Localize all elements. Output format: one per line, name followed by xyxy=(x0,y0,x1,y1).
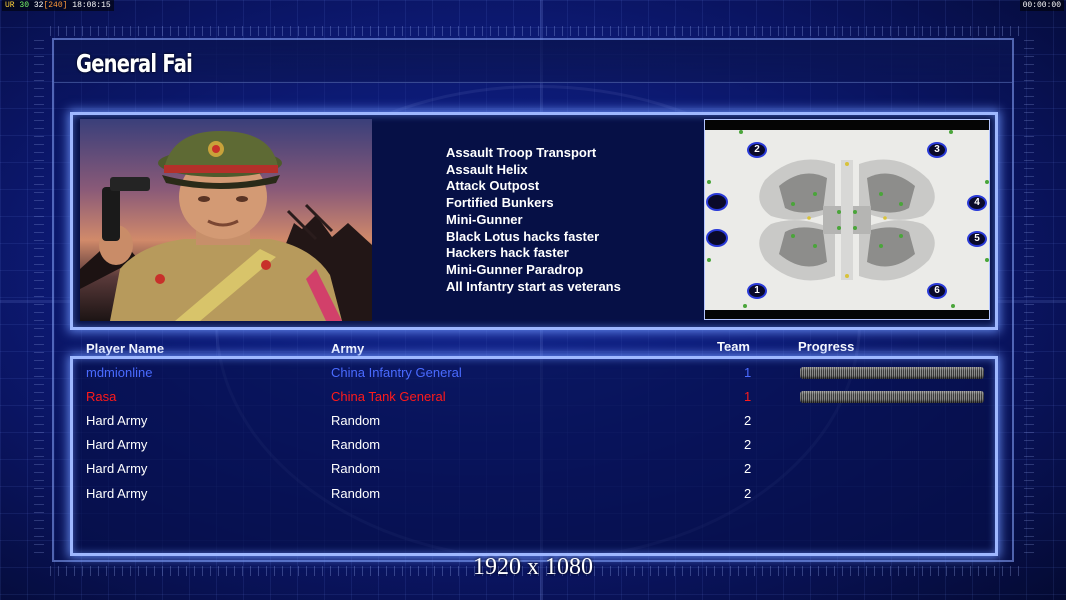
resolution-label: 1920 x 1080 xyxy=(473,554,593,580)
map-preview: 2 3 4 5 6 1 xyxy=(704,119,990,320)
player-name: Rasa xyxy=(86,389,117,405)
player-army: Random xyxy=(331,437,381,453)
general-portrait-image xyxy=(80,131,372,321)
player-team: 2 xyxy=(744,461,752,477)
ability-item: Attack Outpost xyxy=(446,178,540,194)
player-name: Hard Army xyxy=(86,485,148,501)
player-team: 2 xyxy=(744,485,752,501)
player-row: Rasa China Tank General 1 xyxy=(76,386,992,408)
ruler-right xyxy=(1024,40,1034,560)
game-timer: 00:00:00 xyxy=(1019,0,1064,11)
player-team: 2 xyxy=(744,413,752,429)
player-name: Hard Army xyxy=(86,461,148,477)
ability-item: Black Lotus hacks faster xyxy=(446,228,600,244)
page-title: General Fai xyxy=(76,49,193,78)
fps-overlay: UR 30 32[240] 18:08:15 xyxy=(2,0,114,11)
fps-value: 30 xyxy=(19,1,30,10)
system-clock: 18:08:15 xyxy=(72,1,111,10)
player-army: Random xyxy=(331,413,381,429)
ruler-left xyxy=(34,40,44,560)
general-abilities-list: Assault Troop Transport Assault Helix At… xyxy=(446,145,686,295)
ability-item: All Infantry start as veterans xyxy=(446,278,621,294)
player-name: Hard Army xyxy=(86,413,148,429)
player-name: Hard Army xyxy=(86,437,148,453)
ability-item: Assault Troop Transport xyxy=(446,145,597,160)
fps-cap: [240] xyxy=(43,1,68,10)
fps-value-2: 32 xyxy=(33,1,44,10)
start-position-marker: 3 xyxy=(927,142,947,158)
player-team: 2 xyxy=(744,437,752,453)
player-army: China Infantry General xyxy=(331,365,462,380)
player-row: Hard Army Random 2 xyxy=(76,458,992,480)
player-team: 1 xyxy=(744,389,752,405)
start-position-marker: 6 xyxy=(927,283,947,299)
fps-label: UR xyxy=(5,1,15,10)
player-army: China Tank General xyxy=(331,389,446,405)
start-position-marker: 1 xyxy=(747,283,767,299)
ability-item: Mini-Gunner Paradrop xyxy=(446,261,584,277)
column-header-army: Army xyxy=(331,341,365,356)
column-header-team: Team xyxy=(717,339,750,354)
start-position-marker: 5 xyxy=(967,231,987,247)
ability-item: Fortified Bunkers xyxy=(446,195,554,211)
loading-progress-bar xyxy=(800,367,984,379)
player-name: mdmionline xyxy=(86,365,153,380)
loading-progress-bar xyxy=(800,391,984,404)
ability-item: Mini-Gunner xyxy=(446,211,523,227)
player-row: Hard Army Random 2 xyxy=(76,434,992,456)
ability-item: Hackers hack faster xyxy=(446,245,569,261)
ability-item: Assault Helix xyxy=(446,161,528,177)
player-row: Hard Army Random 2 xyxy=(76,483,992,505)
player-team: 1 xyxy=(744,365,752,380)
start-position-marker: 4 xyxy=(967,195,987,211)
game-loading-screen: UR 30 32[240] 18:08:15 00:00:00 General … xyxy=(0,0,1066,600)
ruler-top xyxy=(50,26,1020,36)
general-portrait xyxy=(80,119,372,321)
player-army: Random xyxy=(331,485,381,501)
player-row: Hard Army Random 2 xyxy=(76,410,992,432)
column-header-progress: Progress xyxy=(798,339,855,354)
player-row: mdmionline China Infantry General 1 xyxy=(76,362,992,384)
column-header-player-name: Player Name xyxy=(86,341,165,356)
start-position-marker: 2 xyxy=(747,142,767,158)
title-bar xyxy=(54,40,1012,83)
player-army: Random xyxy=(331,461,381,477)
